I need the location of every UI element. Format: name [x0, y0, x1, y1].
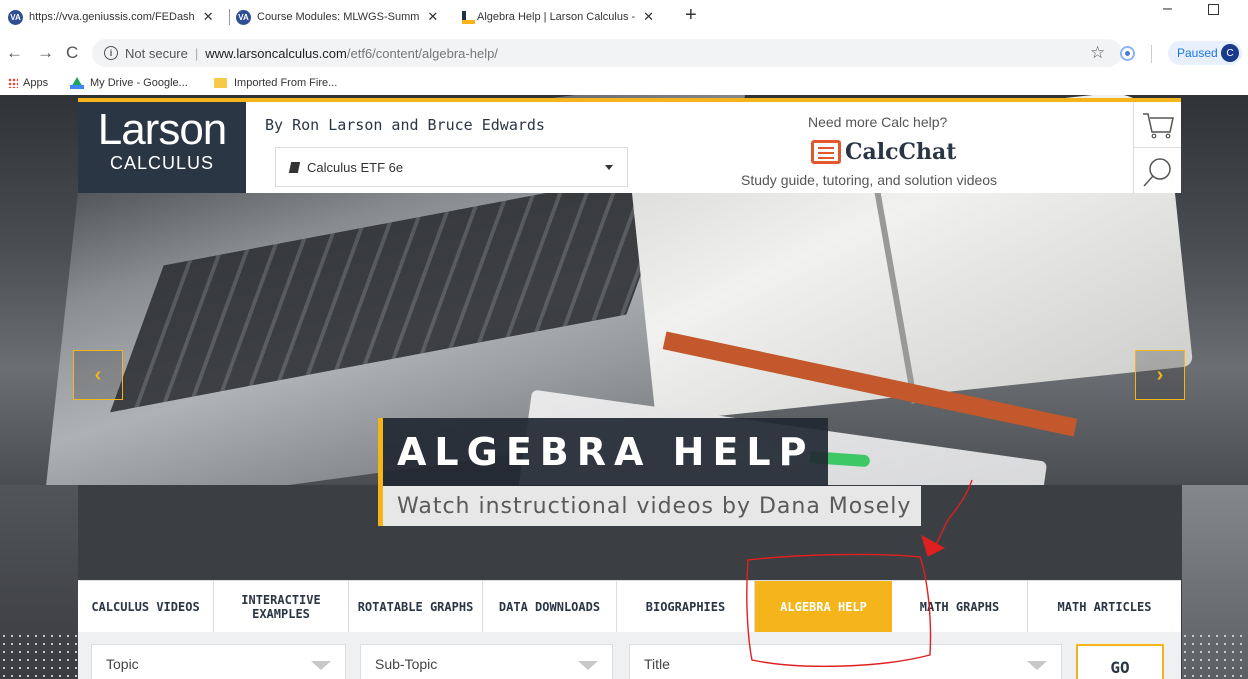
hero-title: ALGEBRA HELP: [378, 418, 829, 486]
go-button[interactable]: GO: [1076, 644, 1164, 679]
calcchat-text: CalcChat: [845, 139, 957, 165]
calcchat-description: Study guide, tutoring, and solution vide…: [741, 172, 998, 188]
new-tab-button[interactable]: +: [685, 4, 697, 27]
calcchat-logo[interactable]: CalcChat: [811, 139, 956, 165]
browser-tab-active[interactable]: Algebra Help | Larson Calculus - ✕: [456, 0, 654, 34]
tab-algebra-help[interactable]: ALGEBRA HELP: [755, 581, 892, 633]
title-select[interactable]: Title: [629, 644, 1062, 679]
tab-biographies[interactable]: BIOGRAPHIES: [617, 581, 755, 633]
tab-interactive-examples[interactable]: INTERACTIVE EXAMPLES: [214, 581, 349, 633]
search-icon[interactable]: [1142, 156, 1174, 188]
security-label: Not secure: [125, 45, 188, 61]
avatar: C: [1221, 44, 1239, 62]
va-icon: VA: [236, 9, 251, 25]
address-divider: |: [194, 45, 199, 61]
topic-select-value: Topic: [106, 656, 139, 672]
toolbar-divider: [1151, 45, 1152, 63]
browser-tab[interactable]: VA Course Modules: MLWGS-Summ ✕: [236, 0, 438, 34]
calc-help-prompt: Need more Calc help?: [808, 114, 948, 130]
subtopic-select[interactable]: Sub-Topic: [360, 644, 613, 679]
dot-pattern: [0, 632, 78, 679]
close-icon[interactable]: ✕: [643, 9, 654, 25]
browser-toolbar: ← → C i Not secure | www.larsoncalculus.…: [0, 36, 1248, 70]
chevron-down-icon: [1027, 661, 1047, 670]
back-icon[interactable]: ←: [6, 43, 23, 63]
browser-tabstrip: VA https://vva.geniussis.com/FEDash ✕ VA…: [0, 0, 1248, 36]
chat-bubble-icon: [811, 140, 841, 164]
author-byline: By Ron Larson and Bruce Edwards: [265, 116, 545, 134]
bookmark-imported[interactable]: Imported From Fire...: [214, 77, 337, 89]
hero-subtitle: Watch instructional videos by Dana Mosel…: [378, 486, 922, 526]
chevron-down-icon: [311, 661, 331, 670]
chevron-down-icon: [578, 661, 598, 670]
carousel-prev-button[interactable]: ‹: [73, 350, 123, 400]
header-divider: [1133, 147, 1181, 148]
larson-calculus-logo[interactable]: Larson CALCULUS: [78, 102, 246, 193]
cart-icon[interactable]: [1141, 110, 1175, 140]
logo-larson-text: Larson: [97, 105, 228, 154]
maximize-icon[interactable]: [1208, 4, 1219, 15]
url-path: /etf6/content/algebra-help/: [346, 45, 498, 61]
logo-calculus-text: CALCULUS: [109, 153, 215, 173]
larson-icon: [456, 9, 475, 25]
profile-status: Paused: [1177, 46, 1218, 60]
browser-tab[interactable]: VA https://vva.geniussis.com/FEDash ✕: [8, 0, 214, 34]
bookmark-star-icon[interactable]: ☆: [1090, 43, 1105, 63]
title-select-value: Title: [644, 656, 670, 672]
tab-math-articles[interactable]: MATH ARTICLES: [1028, 581, 1181, 633]
chevron-down-icon: [605, 165, 613, 170]
apps-grid-icon: [8, 78, 18, 88]
minimize-icon[interactable]: –: [1163, 0, 1172, 18]
topic-select[interactable]: Topic: [91, 644, 346, 679]
forward-icon[interactable]: →: [37, 43, 54, 63]
folder-icon: [214, 78, 227, 88]
bookmark-label: Imported From Fire...: [234, 77, 338, 89]
profile-button[interactable]: Paused C: [1168, 41, 1242, 65]
book-icon: [288, 161, 301, 173]
tab-title: Course Modules: MLWGS-Summ: [257, 11, 420, 23]
tab-math-graphs[interactable]: MATH GRAPHS: [892, 581, 1028, 633]
address-bar[interactable]: i Not secure | www.larsoncalculus.com/et…: [92, 39, 1122, 67]
tab-title: Algebra Help | Larson Calculus -: [477, 11, 636, 23]
bookmark-my-drive[interactable]: My Drive - Google...: [70, 77, 188, 89]
tab-data-downloads[interactable]: DATA DOWNLOADS: [483, 581, 617, 633]
reload-icon[interactable]: C: [66, 43, 78, 63]
bookmark-label: Apps: [23, 77, 49, 89]
tab-title: https://vva.geniussis.com/FEDash: [29, 11, 195, 23]
close-icon[interactable]: ✕: [203, 9, 214, 25]
tab-calculus-videos[interactable]: CALCULUS VIDEOS: [78, 581, 214, 633]
bookmark-label: My Drive - Google...: [90, 77, 188, 89]
video-filter-bar: Topic Sub-Topic Title GO: [78, 632, 1181, 679]
book-select-value: Calculus ETF 6e: [307, 159, 404, 175]
info-icon[interactable]: i: [104, 46, 118, 60]
extension-icon[interactable]: [1120, 46, 1135, 61]
tab-rotatable-graphs[interactable]: ROTATABLE GRAPHS: [349, 581, 483, 633]
carousel-next-button[interactable]: ›: [1135, 350, 1185, 400]
content-nav: CALCULUS VIDEOS INTERACTIVE EXAMPLES ROT…: [78, 580, 1181, 633]
va-icon: VA: [8, 9, 23, 25]
close-icon[interactable]: ✕: [427, 9, 438, 25]
book-select-dropdown[interactable]: Calculus ETF 6e: [275, 147, 628, 187]
bookmarks-bar: Apps My Drive - Google... Imported From …: [0, 70, 1248, 98]
bookmark-apps[interactable]: Apps: [8, 77, 48, 89]
dot-pattern: [1181, 632, 1248, 679]
tab-divider: [229, 9, 230, 25]
google-drive-icon: [70, 77, 84, 89]
url-host: www.larsoncalculus.com: [205, 45, 347, 61]
site-header: Larson CALCULUS By Ron Larson and Bruce …: [78, 98, 1181, 193]
subtopic-select-value: Sub-Topic: [375, 656, 438, 672]
